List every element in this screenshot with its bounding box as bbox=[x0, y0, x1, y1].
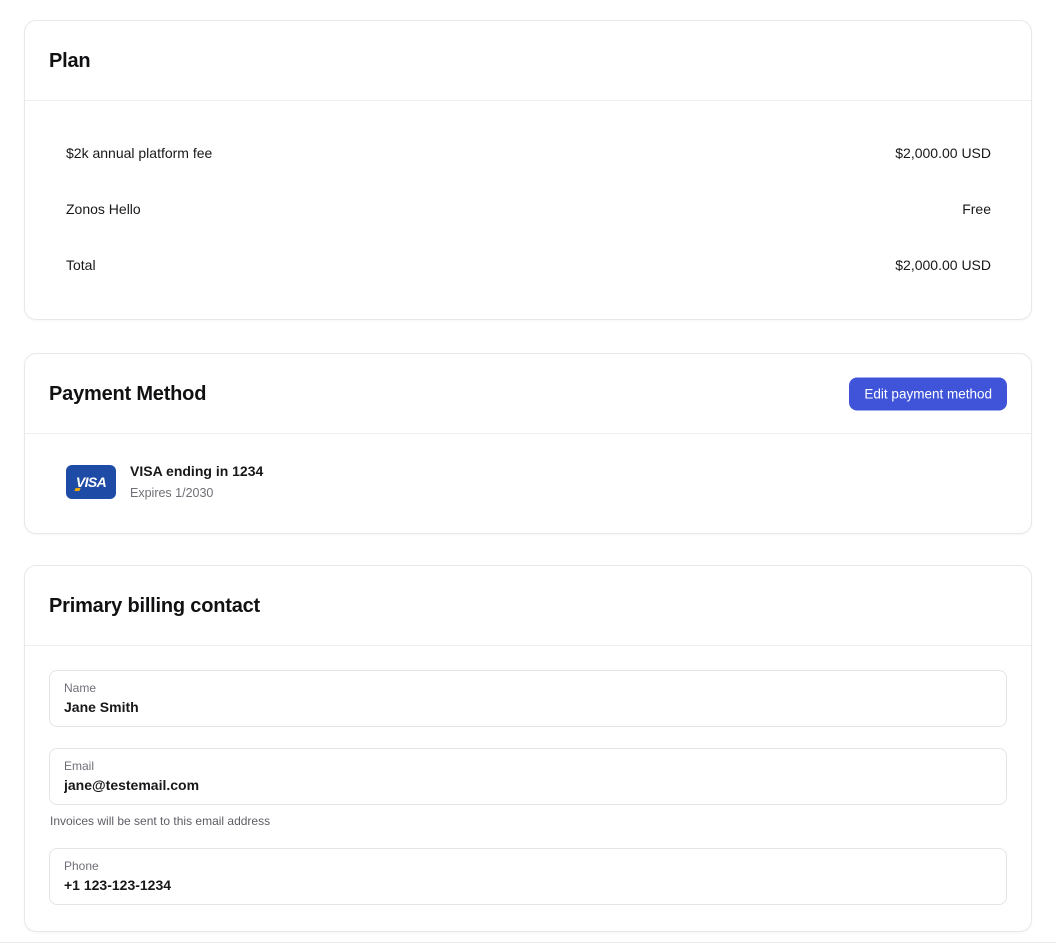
plan-card-header: Plan bbox=[25, 21, 1031, 101]
plan-row-label: $2k annual platform fee bbox=[66, 145, 212, 161]
card-expiry-label: Expires 1/2030 bbox=[130, 484, 263, 502]
payment-method-card: Payment Method Edit payment method VISA … bbox=[24, 353, 1032, 534]
email-input[interactable] bbox=[64, 776, 992, 795]
plan-line-items: $2k annual platform fee $2,000.00 USD Zo… bbox=[25, 101, 1031, 319]
plan-card: Plan $2k annual platform fee $2,000.00 U… bbox=[24, 20, 1032, 320]
billing-settings-page: Plan $2k annual platform fee $2,000.00 U… bbox=[0, 0, 1056, 932]
name-field-label: Name bbox=[64, 680, 992, 696]
plan-row-value: $2,000.00 USD bbox=[895, 145, 991, 161]
plan-row-value: $2,000.00 USD bbox=[895, 257, 991, 273]
card-ending-label: VISA ending in 1234 bbox=[130, 461, 263, 481]
visa-card-icon: VISA bbox=[66, 465, 116, 499]
billing-contact-form: Name Email Invoices will be sent to this… bbox=[25, 646, 1031, 931]
name-input[interactable] bbox=[64, 698, 992, 717]
phone-input[interactable] bbox=[64, 876, 992, 895]
payment-method-details: VISA VISA ending in 1234 Expires 1/2030 bbox=[25, 434, 1031, 533]
plan-row-value: Free bbox=[962, 201, 991, 217]
plan-row-label: Total bbox=[66, 257, 96, 273]
edit-payment-method-button[interactable]: Edit payment method bbox=[849, 377, 1007, 410]
primary-billing-contact-card: Primary billing contact Name Email Invoi… bbox=[24, 565, 1032, 932]
plan-card-title: Plan bbox=[49, 47, 1007, 75]
phone-field-label: Phone bbox=[64, 858, 992, 874]
payment-method-header: Payment Method Edit payment method bbox=[25, 354, 1031, 434]
name-field-container[interactable]: Name bbox=[49, 670, 1007, 727]
email-helper-text: Invoices will be sent to this email addr… bbox=[50, 813, 1007, 829]
email-field-label: Email bbox=[64, 758, 992, 774]
email-field-container[interactable]: Email bbox=[49, 748, 1007, 805]
plan-row-zonos-hello: Zonos Hello Free bbox=[66, 181, 991, 237]
visa-logo-text: VISA bbox=[76, 474, 106, 490]
billing-contact-title: Primary billing contact bbox=[49, 592, 1007, 620]
plan-row-label: Zonos Hello bbox=[66, 201, 141, 217]
phone-field-container[interactable]: Phone bbox=[49, 848, 1007, 905]
plan-row-platform-fee: $2k annual platform fee $2,000.00 USD bbox=[66, 125, 991, 181]
payment-card-info: VISA ending in 1234 Expires 1/2030 bbox=[130, 461, 263, 502]
plan-row-total: Total $2,000.00 USD bbox=[66, 237, 991, 293]
billing-contact-header: Primary billing contact bbox=[25, 566, 1031, 646]
